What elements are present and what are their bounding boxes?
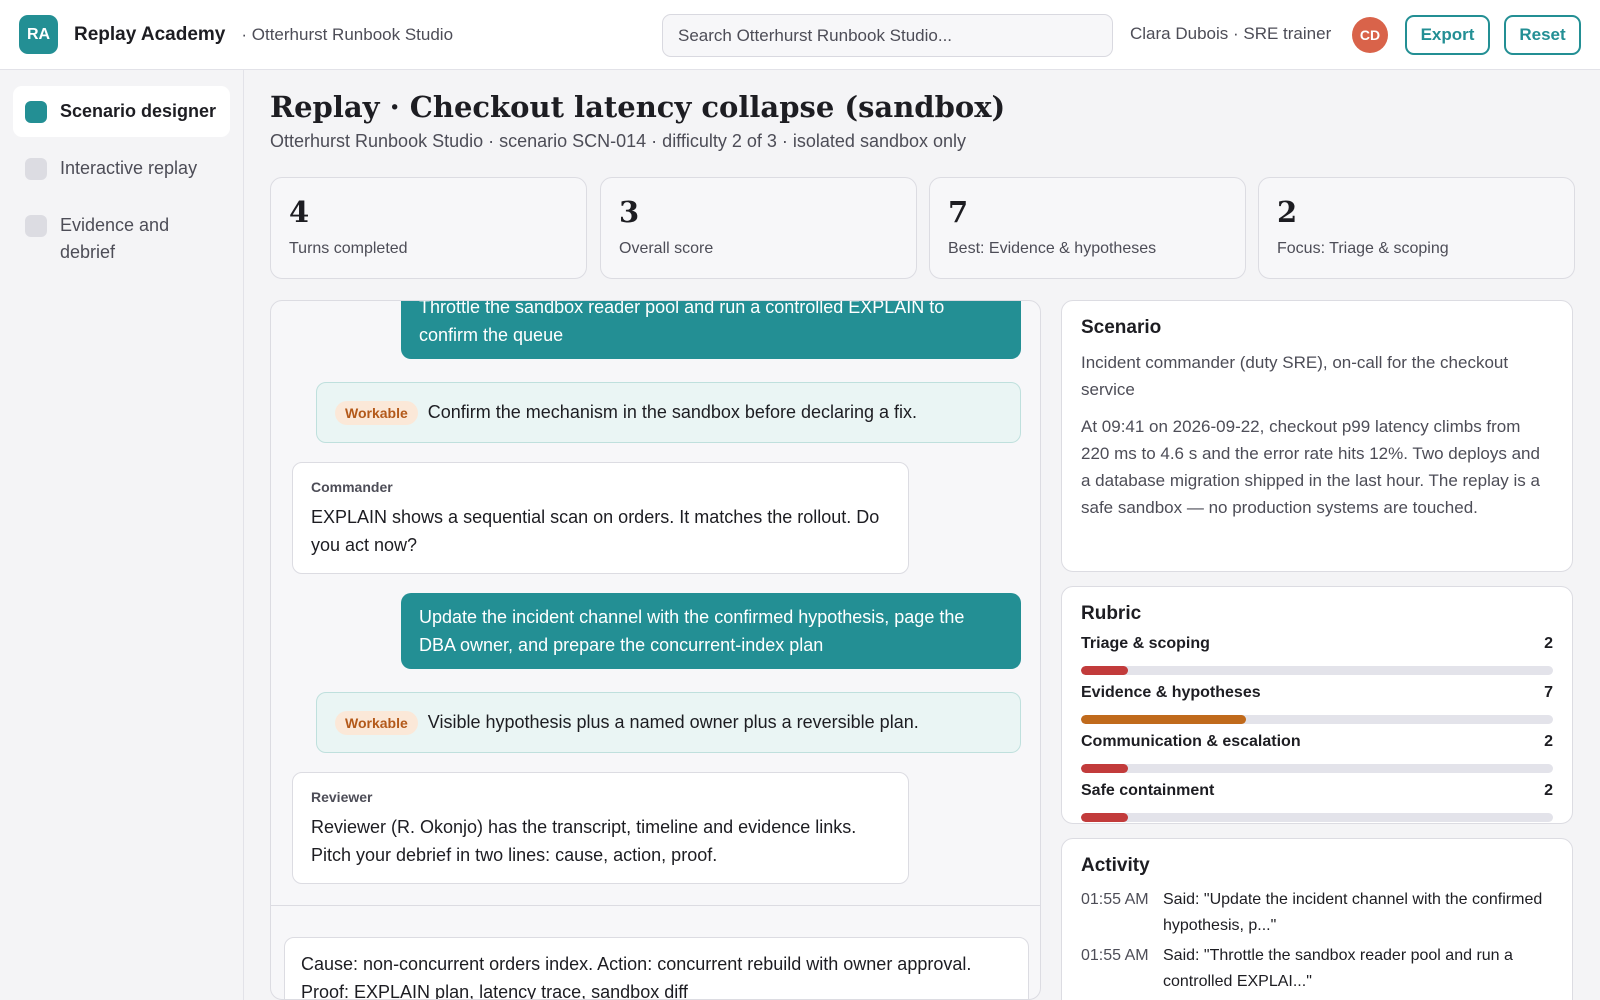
rubric-bar-fill (1081, 813, 1129, 822)
rubric-bar-track (1081, 666, 1553, 675)
activity-item: 01:55 AM Said: "Throttle the sandbox rea… (1081, 943, 1553, 995)
feedback-text: Visible hypothesis plus a named owner pl… (427, 712, 919, 732)
activity-time: 01:55 AM (1081, 891, 1149, 908)
nav-dot-icon (25, 215, 47, 237)
user-message: Throttle the sandbox reader pool and run… (401, 301, 1021, 359)
rubric-row-header: Triage & scoping 2 (1081, 635, 1553, 655)
rubric-bar-track (1081, 764, 1553, 773)
user-message: Update the incident channel with the con… (401, 593, 1021, 669)
rubric-panel: Rubric Triage & scoping 2 Evidence & hypot… (1061, 586, 1573, 824)
feedback-text: Confirm the mechanism in the sandbox bef… (427, 402, 918, 422)
app-logo: RA (19, 15, 58, 54)
transcript-panel: Throttle the sandbox reader pool and run… (270, 300, 1041, 1000)
sidebar-item-label: Scenario designer (60, 101, 217, 121)
rubric-row: Communication & escalation 2 (1081, 733, 1553, 773)
nav-dot-icon (25, 158, 47, 180)
workspace-name: · Otterhurst Runbook Studio (241, 24, 454, 44)
rubric-label: Communication & escalation (1081, 733, 1301, 750)
scenario-role: Incident commander (duty SRE), on-call f… (1081, 353, 1509, 399)
rubric-row-header: Safe containment 2 (1081, 782, 1553, 802)
rubric-score: 7 (1544, 684, 1553, 701)
activity-item: 01:55 AM Said: "Update the incident chan… (1081, 887, 1553, 939)
rubric-title: Rubric (1081, 603, 1142, 624)
activity-panel: Activity 01:55 AM Said: "Update the inci… (1061, 838, 1573, 1000)
user-name: Clara Dubois · SRE trainer (1130, 24, 1332, 43)
nav-dot-icon (25, 101, 47, 123)
stat-value: 3 (619, 195, 640, 229)
stat-value: 4 (289, 195, 310, 229)
stat-card-turns: 4 Turns completed (270, 177, 587, 279)
feedback-message: Workable Confirm the mechanism in the sa… (316, 382, 1021, 443)
rubric-bar-track (1081, 813, 1553, 822)
rubric-bar-fill (1081, 715, 1247, 724)
brand-name: Replay Academy (74, 23, 226, 45)
avatar[interactable]: CD (1352, 17, 1388, 53)
rubric-row-header: Evidence & hypotheses 7 (1081, 684, 1553, 704)
activity-text: Said: "Throttle the sandbox reader pool … (1163, 947, 1513, 990)
activity-time: 01:55 AM (1081, 947, 1149, 964)
top-bar: RA Replay Academy · Otterhurst Runbook S… (0, 0, 1600, 70)
stat-value: 2 (1277, 195, 1298, 229)
sidebar-item-evidence-debrief[interactable]: Evidence and debrief (13, 200, 230, 278)
scenario-title: Scenario (1081, 317, 1162, 338)
rubric-bar-fill (1081, 666, 1129, 675)
npc-message: Commander EXPLAIN shows a sequential sca… (292, 462, 909, 574)
stat-label: Turns completed (289, 240, 408, 257)
stat-card-best: 7 Best: Evidence & hypotheses (929, 177, 1246, 279)
npc-message: Reviewer Reviewer (R. Okonjo) has the tr… (292, 772, 909, 884)
sidebar-item-scenario-designer[interactable]: Scenario designer (13, 86, 230, 137)
rubric-row-header: Communication & escalation 2 (1081, 733, 1553, 753)
activity-title: Activity (1081, 855, 1150, 876)
rubric-bar-fill (1081, 764, 1129, 773)
rubric-label: Evidence & hypotheses (1081, 684, 1261, 701)
stat-card-score: 3 Overall score (600, 177, 917, 279)
rubric-label: Safe containment (1081, 782, 1215, 799)
scenario-description: At 09:41 on 2026-09-22, checkout p99 lat… (1081, 417, 1540, 517)
page-subtitle: Otterhurst Runbook Studio · scenario SCN… (270, 131, 967, 151)
rubric-row: Evidence & hypotheses 7 (1081, 684, 1553, 724)
sidebar-item-label: Evidence and debrief (60, 215, 170, 262)
feedback-message: Workable Visible hypothesis plus a named… (316, 692, 1021, 753)
stat-label: Overall score (619, 240, 714, 257)
npc-text: Reviewer (R. Okonjo) has the transcript,… (311, 817, 857, 865)
reset-button[interactable]: Reset (1504, 15, 1581, 55)
export-button[interactable]: Export (1405, 15, 1490, 55)
rubric-row: Triage & scoping 2 (1081, 635, 1553, 675)
reply-composer[interactable]: Cause: non-concurrent orders index. Acti… (284, 937, 1029, 999)
sidebar-item-label: Interactive replay (60, 158, 198, 178)
rubric-label: Triage & scoping (1081, 635, 1210, 652)
activity-text: Said: "Update the incident channel with … (1163, 891, 1543, 934)
rubric-score: 2 (1544, 733, 1553, 750)
stat-value: 7 (948, 195, 969, 229)
page-title: Replay · Checkout latency collapse (sand… (270, 90, 1006, 124)
npc-speaker: Reviewer (311, 789, 373, 805)
rubric-bar-track (1081, 715, 1553, 724)
main-content: Replay · Checkout latency collapse (sand… (244, 70, 1600, 1000)
npc-speaker: Commander (311, 479, 393, 495)
rubric-list: Triage & scoping 2 Evidence & hypotheses 7 C… (1081, 635, 1553, 822)
sidebar-item-interactive-replay[interactable]: Interactive replay (13, 143, 230, 194)
rubric-score: 2 (1544, 635, 1553, 652)
rubric-score: 2 (1544, 782, 1553, 799)
search-input[interactable] (662, 14, 1113, 57)
feedback-badge: Workable (335, 400, 418, 425)
stat-label: Focus: Triage & scoping (1277, 240, 1449, 257)
transcript-scroll[interactable]: Throttle the sandbox reader pool and run… (271, 301, 1040, 906)
stat-label: Best: Evidence & hypotheses (948, 240, 1157, 257)
scenario-panel: Scenario Incident commander (duty SRE), … (1061, 300, 1573, 572)
rubric-row: Safe containment 2 (1081, 782, 1553, 822)
sidebar: Scenario designer Interactive replay Evi… (0, 70, 244, 1000)
feedback-badge: Workable (335, 710, 418, 735)
npc-text: EXPLAIN shows a sequential scan on order… (311, 507, 880, 555)
stat-card-focus: 2 Focus: Triage & scoping (1258, 177, 1575, 279)
